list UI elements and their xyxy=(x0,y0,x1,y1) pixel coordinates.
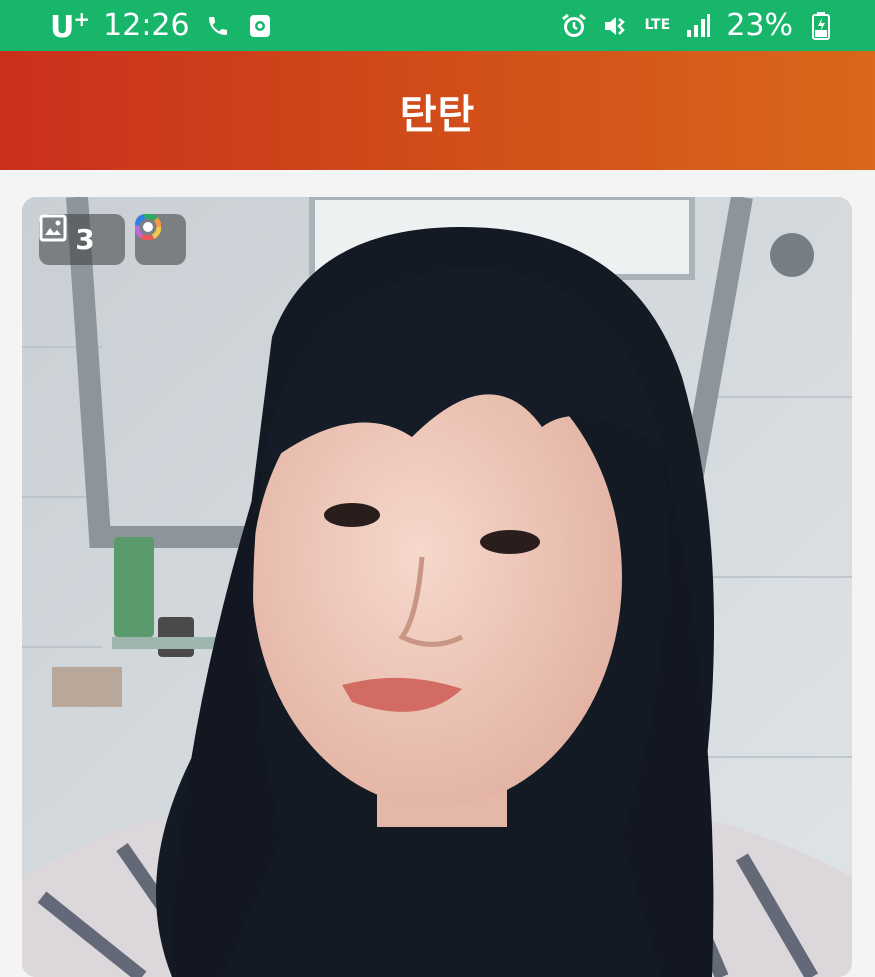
alarm-icon xyxy=(560,11,588,41)
carrier-label: U+ xyxy=(50,6,90,45)
screen-record-icon xyxy=(246,11,274,41)
app-bar: 탄탄 xyxy=(0,51,875,170)
image-count: 3 xyxy=(75,223,95,256)
status-bar-left: U+ 12:26 xyxy=(50,7,274,45)
phone-icon xyxy=(204,11,232,41)
carrier-name: U xyxy=(50,9,74,45)
carrier-plus: + xyxy=(73,6,90,31)
image-count-badge[interactable]: 3 xyxy=(39,214,125,265)
signal-icon xyxy=(684,11,712,41)
battery-percent: 23% xyxy=(726,8,793,43)
status-bar: U+ 12:26 LTE 23% xyxy=(0,0,875,51)
profile-photo-card[interactable]: 3 xyxy=(22,197,852,977)
color-filter-button[interactable] xyxy=(135,214,186,265)
status-bar-right: LTE 23% xyxy=(560,8,835,43)
app-title: 탄탄 xyxy=(399,91,476,138)
battery-icon xyxy=(807,11,835,41)
profile-photo xyxy=(22,197,852,977)
lte-icon: LTE xyxy=(644,17,671,33)
mute-icon xyxy=(602,11,630,41)
clock: 12:26 xyxy=(103,8,190,43)
